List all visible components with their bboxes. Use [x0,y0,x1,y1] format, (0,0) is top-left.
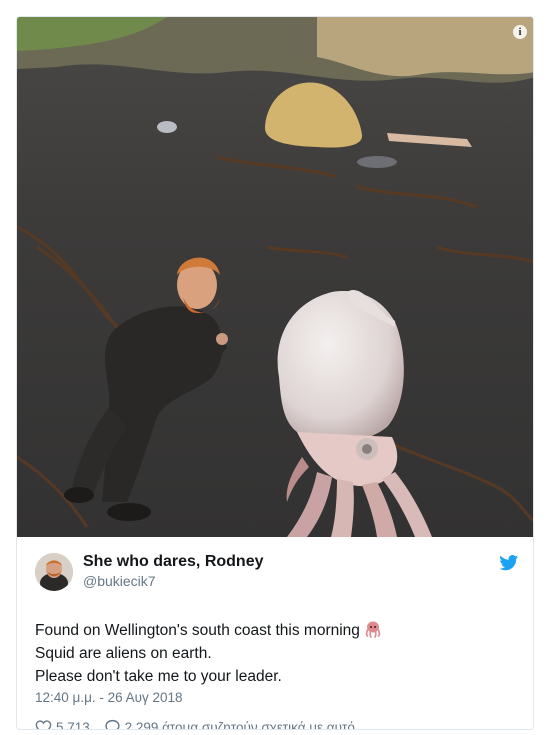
tweet-line-1-text: Found on Wellington's south coast this m… [35,622,360,639]
like-count: 5.713 [56,719,90,730]
twitter-bird-icon[interactable] [499,555,519,571]
tweet-photo[interactable]: i [17,17,533,537]
tweet-line-3: Please don't take me to your leader. [35,668,282,685]
beach-squid-photo [17,17,533,537]
tweet-actions: 5.713 2.299 άτομα συζητούν σχετικά με αυ… [35,719,355,730]
speech-bubble-icon [104,720,120,729]
display-name[interactable]: She who dares, Rodney [83,553,263,571]
like-button[interactable]: 5.713 [35,719,90,730]
avatar-image [35,553,73,591]
octopus-icon [365,621,381,638]
discussion-count: 2.299 άτομα συζητούν σχετικά με αυτό [124,719,355,730]
tweet-body: She who dares, Rodney @bukiecik7 Found o… [17,537,533,730]
tweet-line-1: Found on Wellington's south coast this m… [35,619,515,642]
info-icon[interactable]: i [513,25,527,39]
tweet-timestamp[interactable]: 12:40 μ.μ. - 26 Αυγ 2018 [35,690,183,705]
avatar[interactable] [35,553,73,591]
tweet-line-2: Squid are aliens on earth. [35,645,212,662]
tweet-text: Found on Wellington's south coast this m… [35,619,515,688]
user-handle[interactable]: @bukiecik7 [83,573,156,589]
embedded-tweet-card: i She who dares, Rodney @bukiecik7 Found… [16,16,534,730]
heart-icon [35,720,52,729]
reply-discussion-link[interactable]: 2.299 άτομα συζητούν σχετικά με αυτό [104,719,355,730]
